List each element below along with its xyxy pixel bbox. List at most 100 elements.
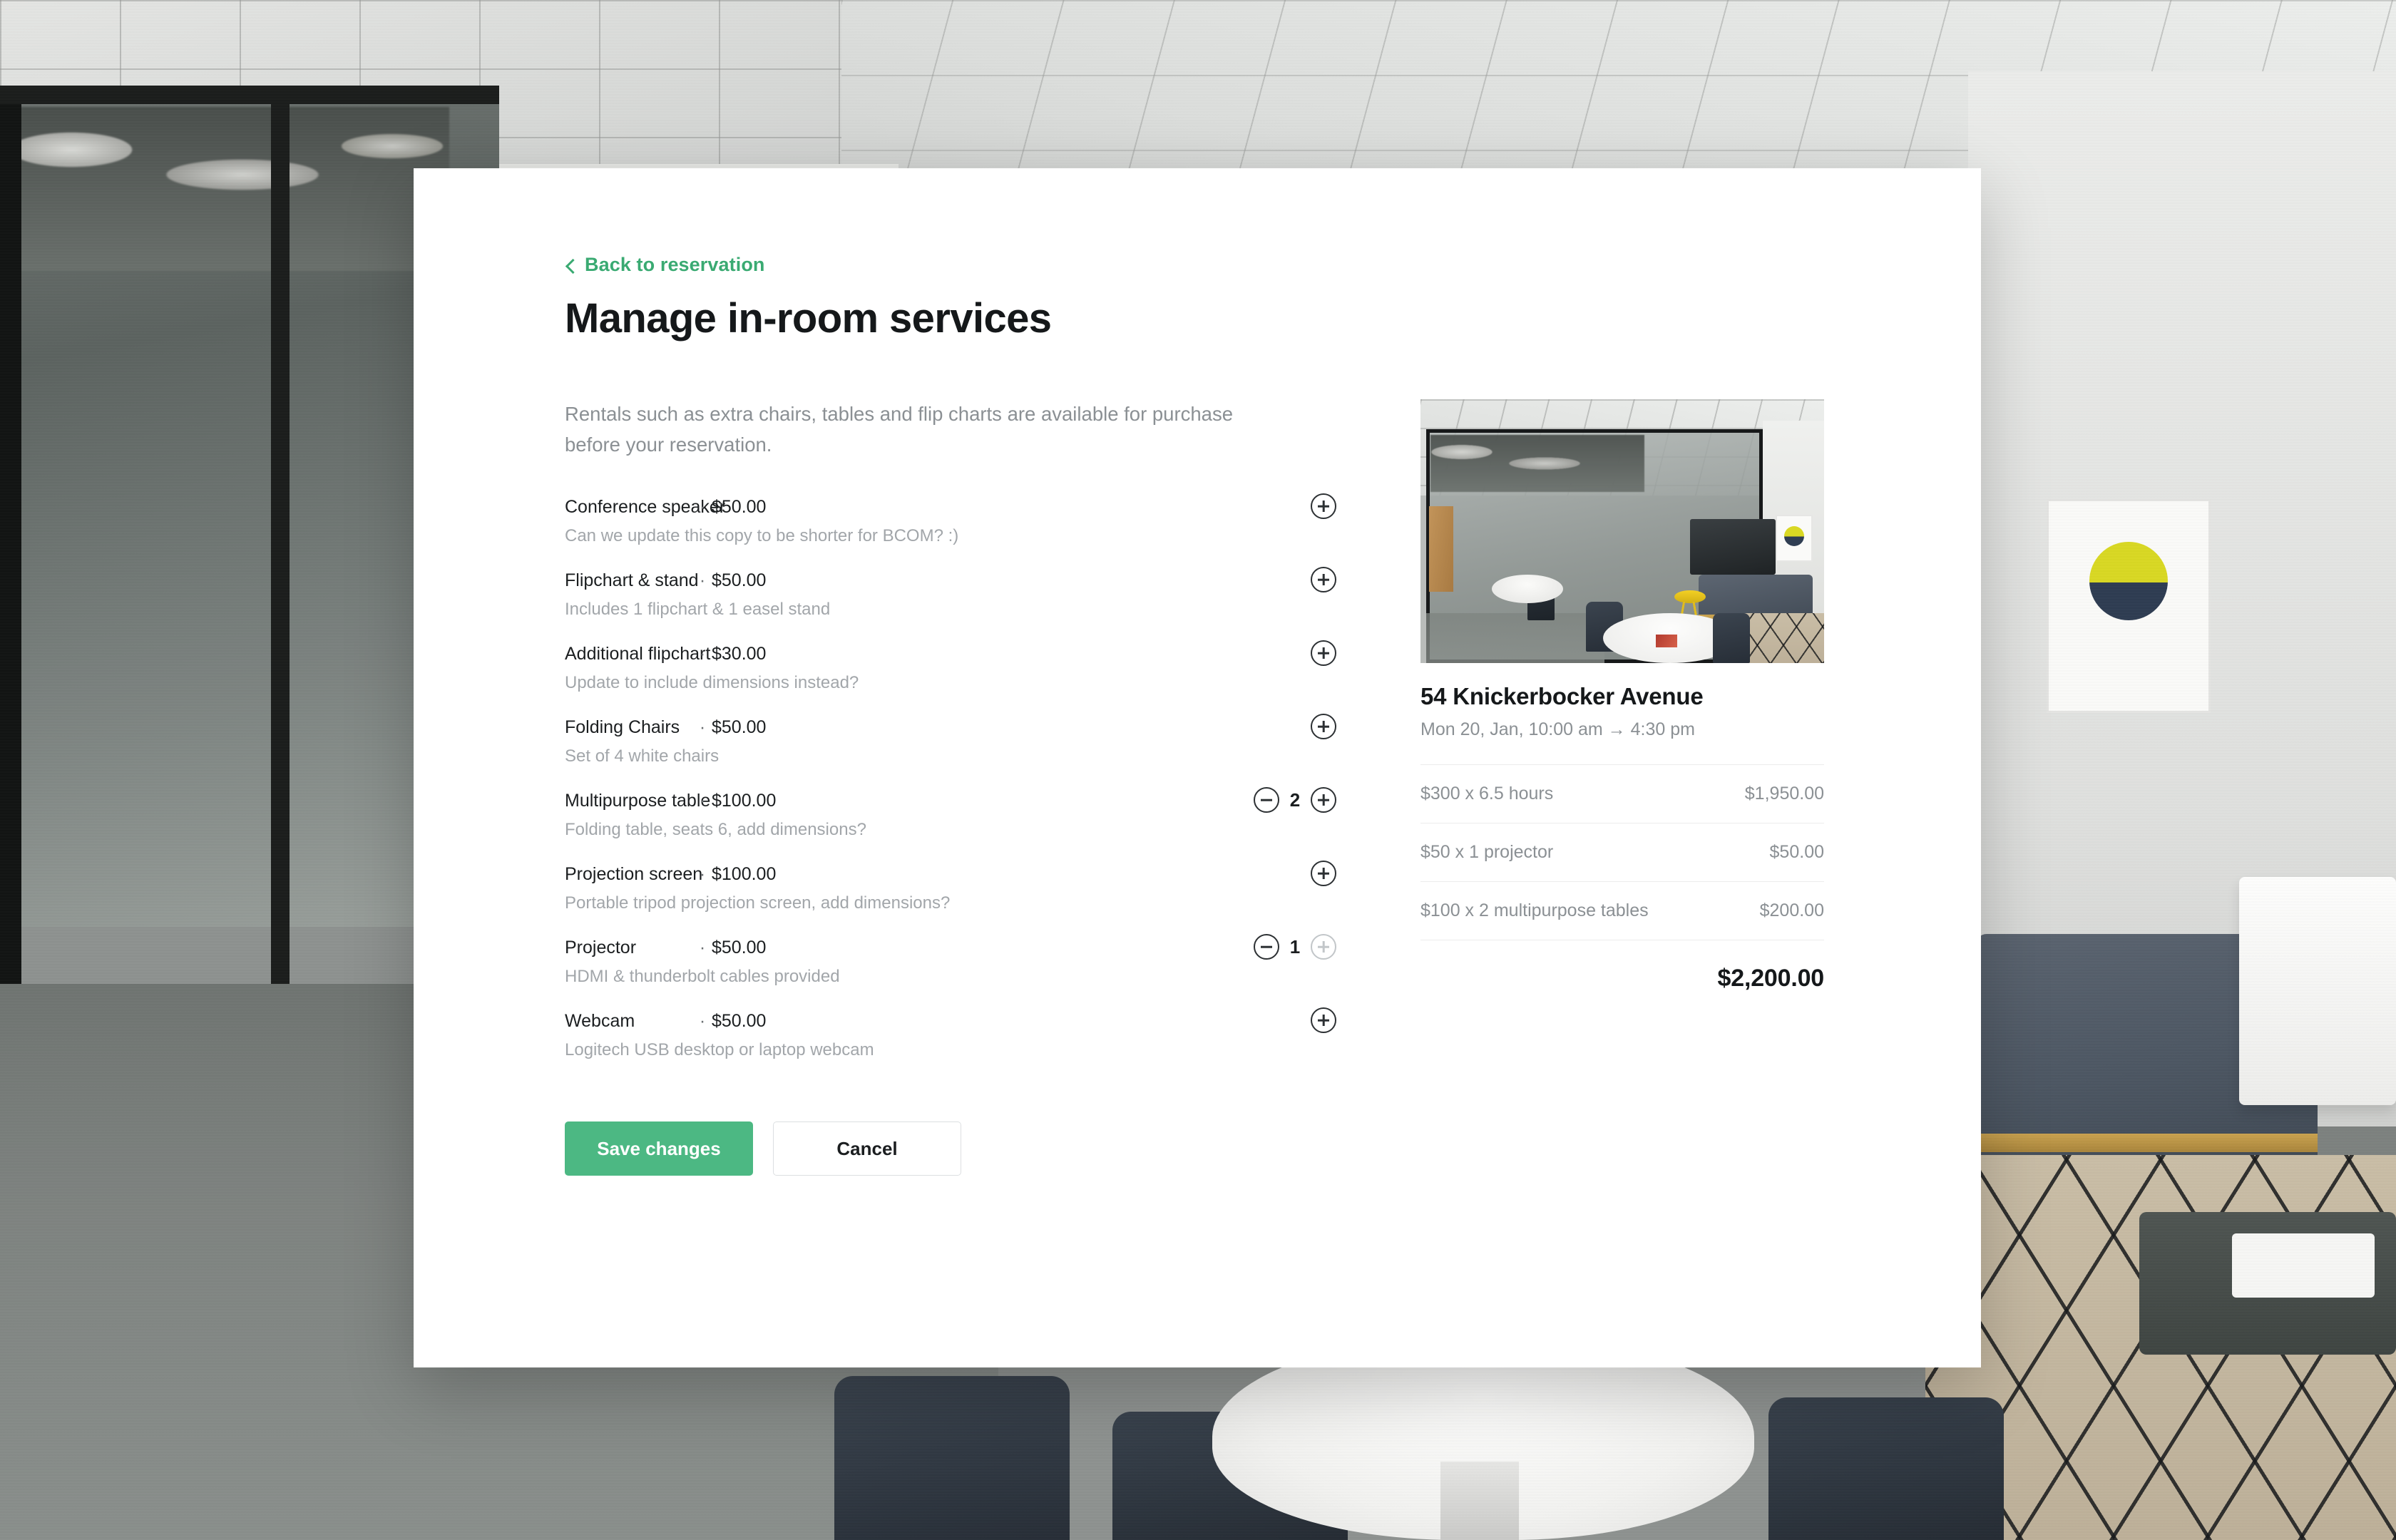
service-row: Webcam · $50.00 Logitech USB desktop or lap… [565,1007,1342,1084]
service-price: $30.00 [712,644,767,664]
back-to-reservation-link[interactable]: Back to reservation [565,254,765,276]
service-quantity-stepper [1311,567,1336,593]
services-column: Rentals such as extra chairs, tables and… [565,399,1342,1176]
service-name: Webcam [565,1011,635,1032]
service-name: Multipurpose table [565,791,711,811]
service-price: $100.00 [712,791,777,811]
service-price: $50.00 [712,570,767,591]
plus-circle-icon[interactable] [1311,787,1336,813]
quantity-value: 1 [1289,935,1301,958]
service-row: Folding Chairs · $50.00 Set of 4 white chai… [565,714,1342,791]
line-item-label: $300 x 6.5 hours [1420,784,1554,804]
price-separator-dot: · [699,497,706,518]
plus-circle-icon [1311,934,1336,960]
minus-circle-icon[interactable] [1254,934,1279,960]
room-photo-sofa [1699,575,1813,619]
service-price: $50.00 [712,938,767,958]
line-item-amount: $200.00 [1759,900,1824,920]
room-photo-tv [1690,519,1776,575]
total-amount: $2,200.00 [1717,965,1825,992]
save-changes-button[interactable]: Save changes [565,1121,753,1176]
reservation-date-range: Mon 20, Jan, 10:00 am → 4:30 pm [1420,719,1695,739]
intro-text: Rentals such as extra chairs, tables and… [565,403,1234,456]
service-description: Includes 1 flipchart & 1 easel stand [565,600,831,620]
plus-circle-icon[interactable] [1311,493,1336,520]
room-photo-chair-right [1713,613,1750,663]
plus-circle-icon[interactable] [1311,861,1336,887]
service-row-header: Multipurpose table · $100.00 [565,791,1342,811]
service-row: Flipchart & stand · $50.00 Includes 1 flipc… [565,567,1342,644]
price-separator-dot: · [699,864,706,885]
quantity-value: 2 [1289,789,1301,811]
service-quantity-stepper [1311,1007,1336,1034]
manage-services-modal: Back to reservation Manage in-room servi… [414,168,1981,1367]
service-row: Conference speaker · $50.00 Can we update t… [565,493,1342,570]
price-separator-dot: · [699,644,706,664]
service-row: Multipurpose table · $100.00 Folding table,… [565,787,1342,864]
service-description: Folding table, seats 6, add dimensions? [565,820,866,840]
service-quantity-stepper: 2 [1254,787,1336,813]
service-quantity-stepper [1311,640,1336,667]
service-quantity-stepper [1311,714,1336,740]
service-list: Conference speaker · $50.00 Can we update t… [565,493,1342,1084]
line-item-label: $50 x 1 projector [1420,842,1554,862]
plus-circle-icon[interactable] [1311,1007,1336,1034]
line-item-label: $100 x 2 multipurpose tables [1420,900,1649,920]
cancel-button[interactable]: Cancel [773,1121,961,1176]
modal-columns: Rentals such as extra chairs, tables and… [565,399,1830,1176]
service-description: Logitech USB desktop or laptop webcam [565,1040,874,1060]
service-name: Projection screen [565,864,703,885]
reservation-summary: 54 Knickerbocker Avenue Mon 20, Jan, 10:… [1420,399,1824,1176]
price-separator-dot: · [699,570,706,591]
plus-circle-icon[interactable] [1311,714,1336,740]
summary-line-item: $50 x 1 projector $50.00 [1420,823,1824,882]
line-item-amount: $50.00 [1769,842,1824,862]
line-item-amount: $1,950.00 [1744,784,1824,804]
service-row-header: Webcam · $50.00 [565,1011,1342,1032]
room-photo-door [1429,506,1453,592]
back-link-label: Back to reservation [585,254,765,275]
service-quantity-stepper: 1 [1254,934,1336,960]
price-separator-dot: · [699,717,706,738]
summary-line-items: $300 x 6.5 hours $1,950.00 $50 x 1 project… [1420,765,1824,940]
price-separator-dot: · [699,938,706,958]
price-separator-dot: · [699,791,706,811]
room-name: 54 Knickerbocker Avenue [1420,683,1704,709]
page-title: Manage in-room services [565,295,1052,342]
summary-total-row: $2,200.00 [1420,940,1825,992]
minus-circle-icon[interactable] [1254,787,1279,813]
service-description: Can we update this copy to be shorter fo… [565,526,959,546]
plus-circle-icon[interactable] [1311,567,1336,593]
room-photo-artwork-circle [1784,526,1804,546]
service-quantity-stepper [1311,861,1336,887]
service-description: Set of 4 white chairs [565,746,720,766]
summary-line-item: $300 x 6.5 hours $1,950.00 [1420,765,1824,823]
service-name: Folding Chairs [565,717,680,738]
service-name: Projector [565,938,637,958]
service-name: Conference speaker [565,497,726,518]
room-photo-magazine [1656,635,1677,647]
service-row-header: Projector · $50.00 [565,938,1342,958]
service-description: Update to include dimensions instead? [565,673,859,693]
room-photo [1420,399,1824,663]
room-photo-table-back [1492,575,1563,603]
service-row: Projector · $50.00 HDMI & thunderbolt cable… [565,934,1342,1011]
service-quantity-stepper [1311,493,1336,520]
service-row-header: Flipchart & stand · $50.00 [565,570,1342,591]
price-separator-dot: · [699,1011,706,1032]
room-photo-rug [1743,613,1824,663]
service-description: Portable tripod projection screen, add d… [565,893,951,913]
service-row-header: Folding Chairs · $50.00 [565,717,1342,738]
room-photo-floor [1426,613,1604,663]
service-row: Additional flipchart · $30.00 Update to inc… [565,640,1342,717]
service-row: Projection screen · $100.00 Portable tripod… [565,861,1342,938]
service-row-header: Additional flipchart · $30.00 [565,644,1342,664]
service-price: $100.00 [712,864,777,885]
plus-circle-icon[interactable] [1311,640,1336,667]
service-name: Flipchart & stand [565,570,699,591]
service-description: HDMI & thunderbolt cables provided [565,967,840,987]
service-row-header: Conference speaker · $50.00 [565,497,1342,518]
chevron-left-icon [565,260,575,270]
modal-actions: Save changes Cancel [565,1121,1342,1176]
service-price: $50.00 [712,1011,767,1032]
